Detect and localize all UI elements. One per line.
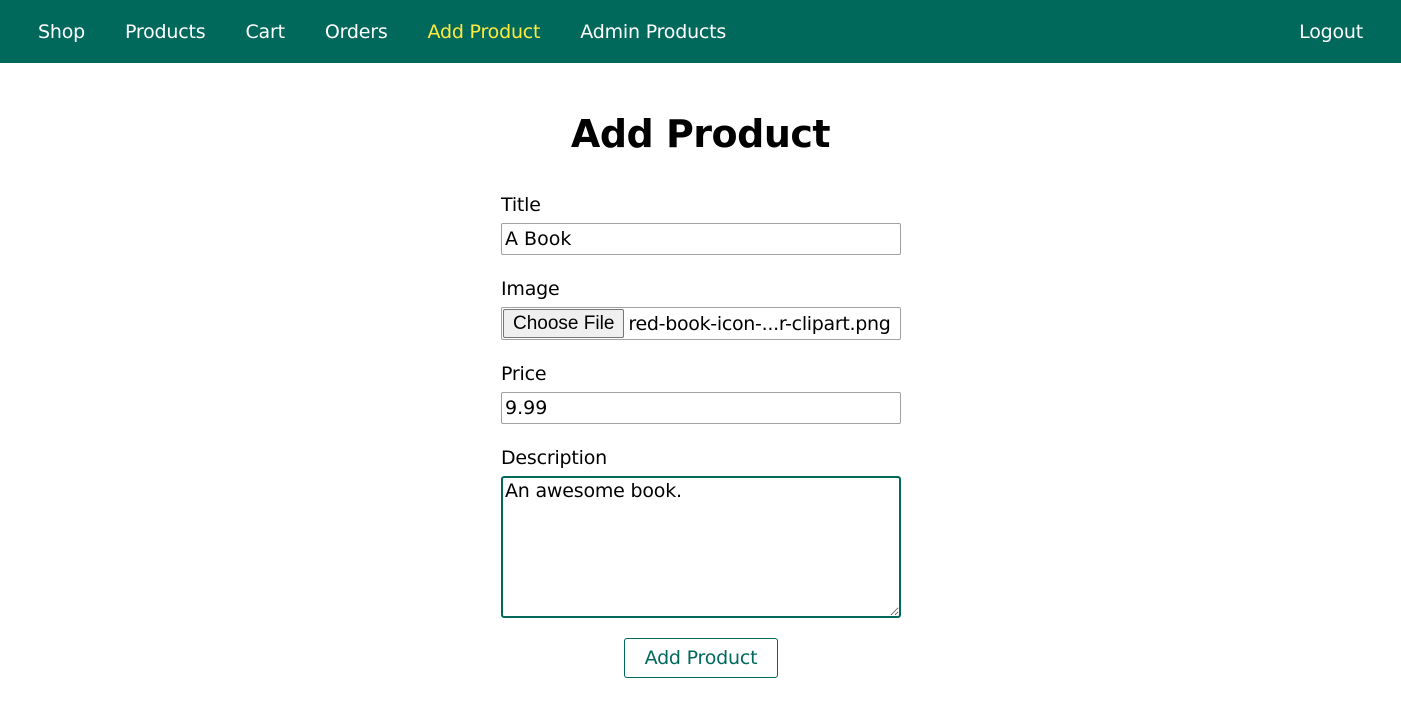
title-control: Title	[501, 193, 901, 255]
add-product-button[interactable]: Add Product	[623, 638, 779, 678]
image-label: Image	[501, 278, 560, 300]
description-textarea[interactable]: An awesome book.	[501, 476, 901, 618]
title-input[interactable]	[501, 223, 901, 255]
nav-link-cart[interactable]: Cart	[245, 21, 285, 43]
title-label: Title	[501, 194, 541, 216]
choose-file-button[interactable]: Choose File	[503, 309, 625, 338]
main-nav: Shop Products Cart Orders Add Product Ad…	[38, 0, 1363, 63]
price-input[interactable]	[501, 392, 901, 424]
image-file-input[interactable]: Choose File red-book-icon-...r-clipart.p…	[501, 307, 901, 340]
price-label: Price	[501, 363, 547, 385]
nav-link-admin-products[interactable]: Admin Products	[580, 21, 726, 43]
description-label: Description	[501, 447, 608, 469]
nav-list: Shop Products Cart Orders Add Product Ad…	[38, 0, 1363, 63]
nav-link-add-product[interactable]: Add Product	[428, 21, 541, 43]
nav-link-shop[interactable]: Shop	[38, 21, 85, 43]
nav-link-products[interactable]: Products	[125, 21, 206, 43]
main-header: Shop Products Cart Orders Add Product Ad…	[0, 0, 1401, 63]
image-control: Image Choose File red-book-icon-...r-cli…	[501, 277, 901, 340]
selected-file-name: red-book-icon-...r-clipart.png	[628, 312, 891, 335]
product-form: Title Image Choose File red-book-icon-..…	[501, 193, 901, 678]
page-title: Add Product	[570, 112, 831, 156]
description-control: Description An awesome book.	[501, 446, 901, 618]
logout-link[interactable]: Logout	[1299, 21, 1363, 43]
nav-link-orders[interactable]: Orders	[325, 21, 388, 43]
price-control: Price	[501, 362, 901, 424]
